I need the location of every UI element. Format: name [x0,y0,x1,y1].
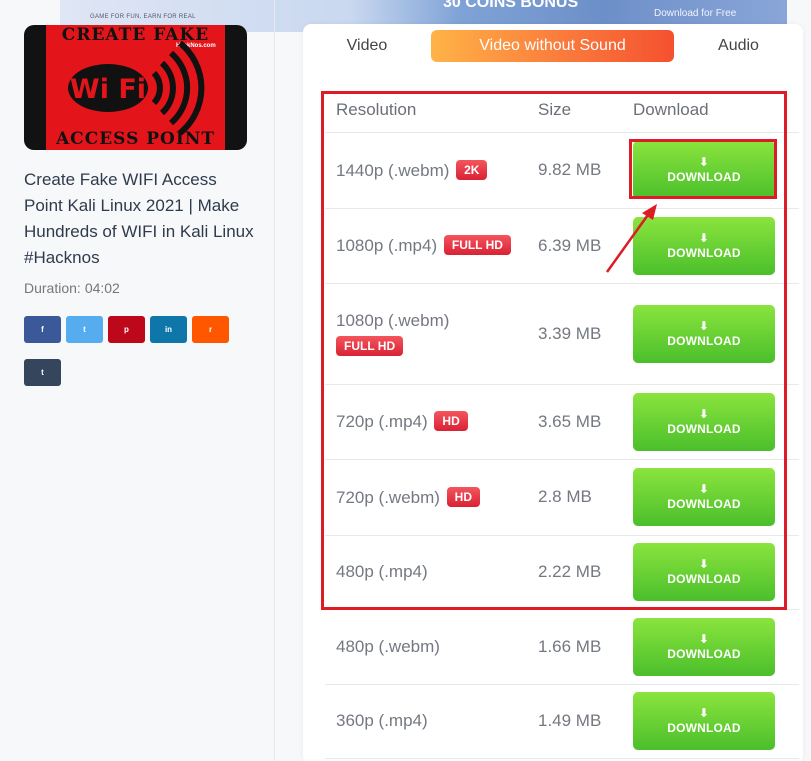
download-icon: ⬇ [698,406,710,421]
download-button[interactable]: ⬇ DOWNLOAD [633,692,775,750]
row-size: 3.65 MB [527,384,622,460]
quality-badge: HD [434,411,468,431]
header-resolution: Resolution [325,88,527,133]
table-row: 1080p (.mp4) FULL HD 6.39 MB ⬇ DOWNLOAD [325,208,799,284]
table-row: 1440p (.webm) 2K 9.82 MB ⬇ DOWNLOAD [325,132,799,209]
row-resolution: 480p (.webm) [336,636,440,656]
download-panel: Video Video without Sound Audio Resoluti… [303,24,803,761]
banner-coins-text: 30 COINS BONUS [443,0,579,11]
tumblr-icon: t [41,368,44,377]
linkedin-icon: in [164,325,173,334]
video-duration: Duration: 04:02 [24,280,120,296]
thumbnail-wifi-text: Wi Fi [70,74,146,105]
download-button[interactable]: ⬇ DOWNLOAD [633,468,775,526]
download-button-label: DOWNLOAD [667,421,741,436]
download-button[interactable]: ⬇ DOWNLOAD [633,617,775,676]
download-button[interactable]: ⬇ DOWNLOAD [633,392,775,451]
row-resolution: 360p (.mp4) [336,711,428,730]
quality-badge: FULL HD [336,335,404,356]
download-button-label: DOWNLOAD [667,646,741,661]
quality-badge: 2K [456,159,488,180]
download-button[interactable]: ⬇ DOWNLOAD [633,543,775,601]
row-resolution: 1080p (.webm) [336,310,450,330]
tab-video[interactable]: Video [303,30,431,62]
quality-badge: FULL HD [443,235,511,255]
row-size: 1.66 MB [527,609,622,685]
download-icon: ⬇ [698,155,710,169]
reddit-icon: r [208,325,213,334]
video-info-sidebar: CREATE FAKE HackNos.com Wi Fi ACCESS POI… [0,0,275,761]
download-table: Resolution Size Download 1440p (.webm) 2… [325,88,799,759]
download-icon: ⬇ [698,230,710,245]
thumbnail-bottom-text: ACCESS POINT [55,129,216,149]
row-size: 2.22 MB [527,535,622,610]
download-button[interactable]: ⬇ DOWNLOAD [633,216,775,275]
table-row: 1080p (.webm) FULL HD 3.39 MB ⬇ DOWNLOAD [325,283,799,385]
share-pinterest-button[interactable]: p [108,316,145,343]
download-button-label: DOWNLOAD [667,333,741,348]
share-tumblr-button[interactable]: t [24,359,61,386]
row-resolution: 1080p (.mp4) [336,236,438,255]
table-row: 480p (.webm) 1.66 MB ⬇ DOWNLOAD [325,609,799,685]
twitter-icon: t [83,325,86,334]
facebook-icon: f [41,325,44,334]
table-header-row: Resolution Size Download [325,88,799,133]
video-title: Create Fake WIFI Access Point Kali Linux… [24,170,254,267]
tab-audio[interactable]: Audio [674,30,803,62]
download-button[interactable]: ⬇ DOWNLOAD [633,304,775,363]
download-button-label: DOWNLOAD [667,572,741,586]
video-thumbnail[interactable]: CREATE FAKE HackNos.com Wi Fi ACCESS POI… [24,25,247,150]
download-icon: ⬇ [698,318,710,333]
banner-download-free[interactable]: Download for Free [654,8,736,19]
row-size: 2.8 MB [527,459,622,536]
row-resolution: 720p (.webm) [336,487,440,507]
download-button-label: DOWNLOAD [667,245,741,260]
format-tabs: Video Video without Sound Audio [303,24,803,68]
download-button-label: DOWNLOAD [667,497,741,511]
share-reddit-button[interactable]: r [192,316,229,343]
row-size: 1.49 MB [527,684,622,759]
pinterest-icon: p [124,325,129,334]
row-resolution: 1440p (.webm) [336,160,450,180]
download-icon: ⬇ [698,706,710,720]
row-size: 9.82 MB [527,132,622,209]
duration-label: Duration: [24,280,81,296]
header-size: Size [527,88,622,133]
row-resolution: 480p (.mp4) [336,562,428,581]
share-twitter-button[interactable]: t [66,316,103,343]
download-icon: ⬇ [698,631,710,646]
row-resolution: 720p (.mp4) [336,412,428,431]
header-download: Download [622,88,799,133]
download-button[interactable]: ⬇ DOWNLOAD [633,141,775,199]
duration-value: 04:02 [84,280,120,296]
share-linkedin-button[interactable]: in [150,316,187,343]
download-icon: ⬇ [698,557,710,571]
row-size: 3.39 MB [527,283,622,385]
share-facebook-button[interactable]: f [24,316,61,343]
download-button-label: DOWNLOAD [667,170,741,184]
download-icon: ⬇ [698,482,710,496]
table-row: 480p (.mp4) 2.22 MB ⬇ DOWNLOAD [325,535,799,610]
row-size: 6.39 MB [527,208,622,284]
table-row: 360p (.mp4) 1.49 MB ⬇ DOWNLOAD [325,684,799,759]
table-row: 720p (.mp4) HD 3.65 MB ⬇ DOWNLOAD [325,384,799,460]
download-button-label: DOWNLOAD [667,721,741,735]
tab-video-without-sound[interactable]: Video without Sound [431,30,674,62]
quality-badge: HD [446,486,481,507]
table-row: 720p (.webm) HD 2.8 MB ⬇ DOWNLOAD [325,459,799,536]
